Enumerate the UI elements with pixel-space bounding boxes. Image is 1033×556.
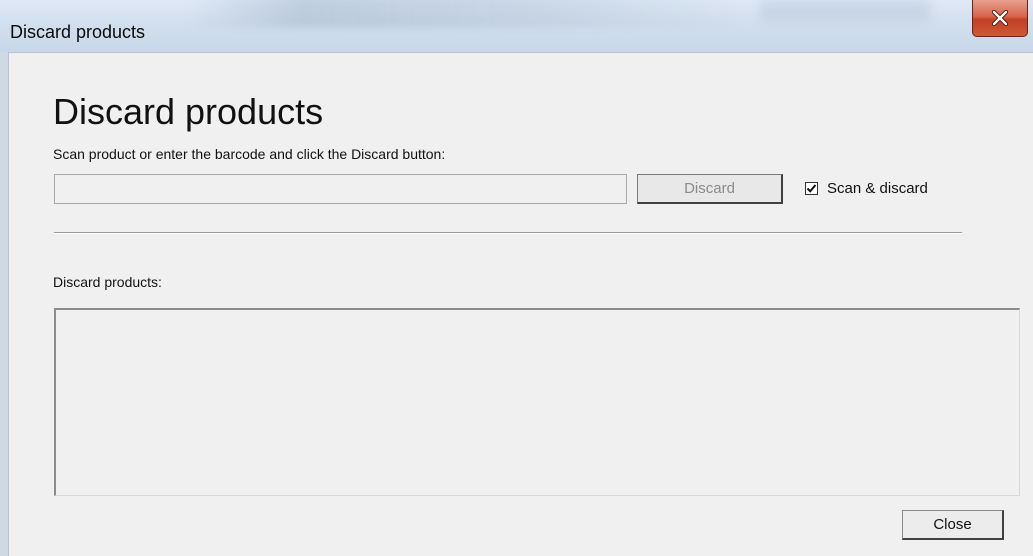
background-blur-secondary xyxy=(760,0,930,22)
close-icon xyxy=(991,10,1009,26)
products-list-label: Discard products: xyxy=(53,274,162,290)
discarded-products-list[interactable] xyxy=(54,308,1020,496)
discard-button[interactable]: Discard xyxy=(637,174,783,204)
background-blur xyxy=(190,0,750,28)
scan-discard-checkbox[interactable] xyxy=(805,182,818,195)
dialog-body: Discard products Scan product or enter t… xyxy=(8,52,1033,556)
scan-discard-label: Scan & discard xyxy=(827,180,928,197)
scan-discard-toggle[interactable]: Scan & discard xyxy=(805,180,928,197)
title-bar: Discard products xyxy=(0,0,1033,52)
checkmark-icon xyxy=(806,184,817,193)
separator xyxy=(54,232,962,234)
window-title: Discard products xyxy=(10,22,146,42)
page-title: Discard products xyxy=(53,91,324,132)
close-button[interactable]: Close xyxy=(902,510,1004,540)
instruction-text: Scan product or enter the barcode and cl… xyxy=(53,146,446,162)
window-close-button[interactable] xyxy=(972,0,1028,37)
barcode-input[interactable] xyxy=(54,174,627,204)
